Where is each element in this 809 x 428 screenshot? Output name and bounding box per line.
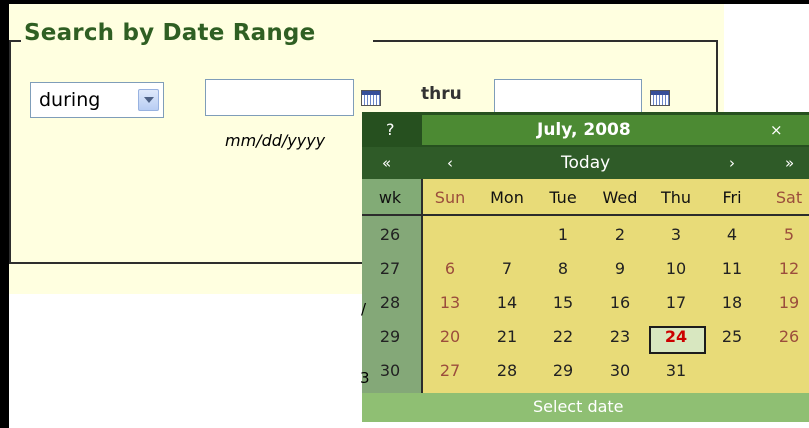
thru-label: thru (421, 84, 462, 104)
calendar-day[interactable]: 30 (592, 361, 648, 380)
weekday-thu: Thu (660, 188, 692, 207)
calendar-day[interactable]: 20 (422, 327, 478, 346)
weekday-wed: Wed (602, 188, 638, 207)
weekday-mon: Mon (490, 188, 524, 207)
calendar-day[interactable]: 22 (535, 327, 591, 346)
calendar-day[interactable]: 6 (422, 259, 478, 278)
start-date-input[interactable] (205, 79, 354, 116)
week-number: 27 (379, 259, 401, 278)
calendar-day[interactable]: 28 (479, 361, 535, 380)
calendar-day[interactable]: 14 (479, 293, 535, 312)
calendar-day[interactable]: 15 (535, 293, 591, 312)
weekday-sat: Sat (775, 188, 803, 207)
week-number: 29 (379, 327, 401, 346)
prev-year-button[interactable]: « (382, 154, 391, 172)
calendar-day[interactable]: 4 (704, 225, 760, 244)
week-number: 26 (379, 225, 401, 244)
calendar-day[interactable]: 16 (592, 293, 648, 312)
range-mode-value: during (39, 89, 101, 111)
weekday-tue: Tue (549, 188, 577, 207)
end-date-input[interactable] (494, 79, 642, 116)
calendar-day[interactable]: 26 (761, 327, 809, 346)
calendar-title-bar: ? July, 2008 × (362, 112, 809, 147)
today-button[interactable]: Today (561, 153, 610, 173)
fieldset-legend: Search by Date Range (24, 20, 316, 46)
calendar-day[interactable]: 29 (535, 361, 591, 380)
calendar-day-today[interactable]: 24 (648, 327, 704, 346)
calendar-day[interactable]: 10 (648, 259, 704, 278)
weekday-sun: Sun (434, 188, 466, 207)
date-format-hint: mm/dd/yyyy (225, 131, 326, 150)
calendar-day[interactable]: 11 (704, 259, 760, 278)
calendar-day[interactable]: 18 (704, 293, 760, 312)
calendar-day[interactable]: 9 (592, 259, 648, 278)
week-number: 30 (379, 361, 401, 380)
calendar-day[interactable]: 8 (535, 259, 591, 278)
header-separator (362, 214, 809, 216)
calendar-day[interactable]: 19 (761, 293, 809, 312)
calendar-day[interactable]: 25 (704, 327, 760, 346)
weekday-fri: Fri (722, 188, 742, 207)
calendar-day[interactable]: 1 (535, 225, 591, 244)
calendar-day[interactable]: 21 (479, 327, 535, 346)
background-text-fragment: 3 (360, 369, 370, 387)
calendar-icon[interactable] (361, 90, 381, 106)
calendar-day[interactable]: 3 (648, 225, 704, 244)
calendar-day[interactable]: 12 (761, 259, 809, 278)
chevron-down-icon[interactable] (138, 89, 159, 111)
prev-month-button[interactable]: ‹ (447, 154, 453, 172)
calendar-nav-bar: « ‹ Today › » (362, 147, 809, 179)
calendar-day[interactable]: 27 (422, 361, 478, 380)
calendar-month-title: July, 2008 (537, 120, 631, 140)
calendar-day[interactable]: 31 (648, 361, 704, 380)
calendar-day[interactable]: 7 (479, 259, 535, 278)
next-month-button[interactable]: › (729, 154, 735, 172)
calendar-day[interactable]: 13 (422, 293, 478, 312)
range-mode-select[interactable]: during (30, 82, 164, 118)
calendar-status-text: Select date (533, 397, 624, 416)
next-year-button[interactable]: » (785, 154, 794, 172)
calendar-close-button[interactable]: × (770, 121, 783, 139)
week-number: 28 (379, 293, 401, 312)
calendar-day[interactable]: 2 (592, 225, 648, 244)
week-header-label: wk (378, 188, 402, 207)
calendar-day[interactable]: 5 (761, 225, 809, 244)
calendar-day[interactable]: 23 (592, 327, 648, 346)
calendar-day[interactable]: 17 (648, 293, 704, 312)
background-text-fragment: / (361, 300, 367, 318)
date-picker-popup: ? July, 2008 × « ‹ Today › » wk Sun Mon … (362, 112, 809, 422)
calendar-help-button[interactable]: ? (386, 120, 395, 139)
calendar-icon[interactable] (650, 90, 670, 106)
window-left-border (0, 0, 9, 428)
